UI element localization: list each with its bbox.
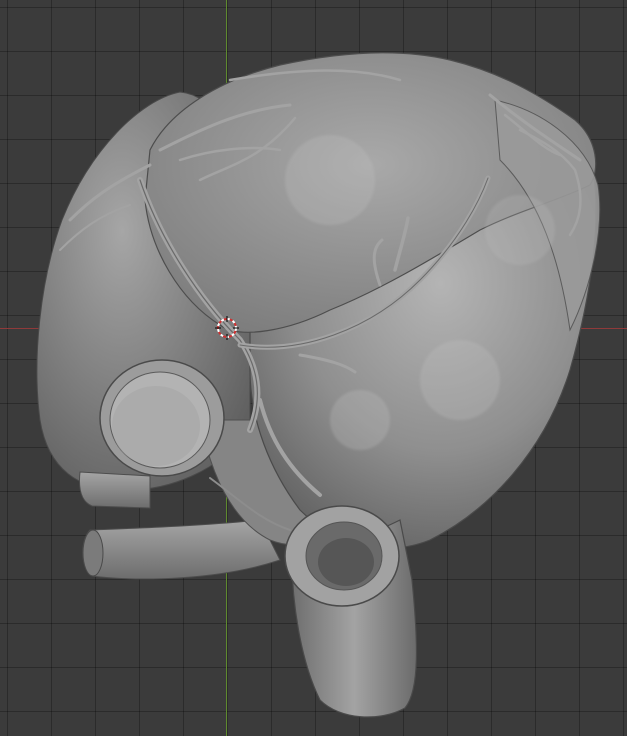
3d-cursor-icon[interactable] [215,316,239,340]
atrium-opening-depth [112,386,200,466]
lower-vessel-stub [79,471,151,509]
3d-viewport[interactable] [0,0,627,736]
bottom-vessel-stub [82,519,281,580]
heart-model[interactable] [0,0,627,736]
large-vessel-lumen-deep [318,538,374,586]
vessel-opening-small [82,529,104,577]
